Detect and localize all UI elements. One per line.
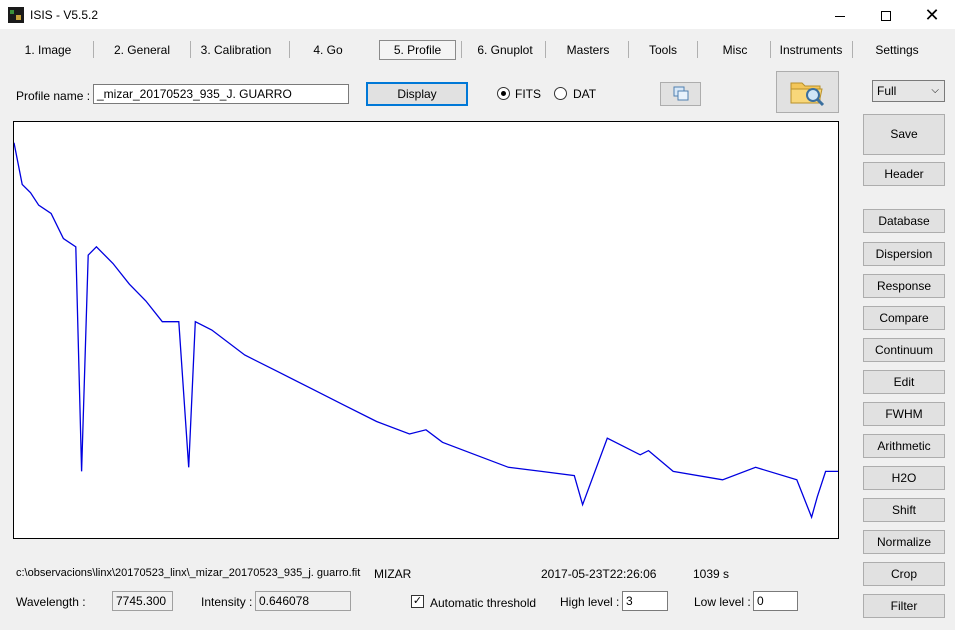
copy-icon (673, 86, 688, 101)
spectrum-plot[interactable] (13, 121, 839, 539)
profile-name-input[interactable]: _mizar_20170523_935_J. GUARRO (93, 84, 349, 104)
tab-calibration[interactable]: 3. Calibration (196, 38, 276, 62)
save-button[interactable]: Save (863, 114, 945, 155)
open-file-button[interactable] (776, 71, 839, 113)
high-level-label: High level : (560, 595, 620, 609)
edit-button[interactable]: Edit (863, 370, 945, 394)
dat-radio[interactable] (554, 87, 567, 100)
header-button[interactable]: Header (863, 162, 945, 186)
tab-general[interactable]: 2. General (104, 38, 180, 62)
maximize-icon[interactable] (863, 0, 909, 30)
zoom-select[interactable]: Full ⌵ (872, 80, 945, 102)
dat-label: DAT (573, 87, 597, 101)
tab-separator (628, 41, 629, 58)
intensity-label: Intensity : (201, 595, 253, 609)
zoom-select-value: Full (877, 84, 897, 98)
tab-separator (770, 41, 771, 58)
radio-selected-dot (501, 91, 506, 96)
intensity-field: 0.646078 (255, 591, 351, 611)
tab-separator (852, 41, 853, 58)
tab-bar: 1. Image 2. General 3. Calibration 4. Go… (0, 38, 860, 62)
h2o-button[interactable]: H2O (863, 466, 945, 490)
fits-radio[interactable] (497, 87, 510, 100)
object-name: MIZAR (374, 567, 412, 581)
minimize-icon[interactable] (817, 0, 863, 30)
tab-settings[interactable]: Settings (870, 38, 924, 62)
fwhm-button[interactable]: FWHM (863, 402, 945, 426)
filter-button[interactable]: Filter (863, 594, 945, 618)
compare-button[interactable]: Compare (863, 306, 945, 330)
chevron-down-icon: ⌵ (931, 85, 939, 96)
title-bar: ISIS - V5.5.2 ✕ (0, 0, 955, 30)
tab-instruments[interactable]: Instruments (778, 38, 844, 62)
normalize-button[interactable]: Normalize (863, 530, 945, 554)
profile-name-label: Profile name : (16, 89, 91, 103)
tab-go[interactable]: 4. Go (300, 38, 356, 62)
high-level-input[interactable]: 3 (622, 591, 668, 611)
crop-button[interactable]: Crop (863, 562, 945, 586)
arithmetic-button[interactable]: Arithmetic (863, 434, 945, 458)
auto-threshold-checkbox[interactable]: ✓ (411, 595, 424, 608)
tab-masters[interactable]: Masters (558, 38, 618, 62)
wavelength-label: Wavelength : (16, 595, 86, 609)
window-title: ISIS - V5.5.2 (30, 8, 99, 22)
auto-threshold-label: Automatic threshold (430, 596, 537, 610)
observation-date: 2017-05-23T22:26:06 (541, 567, 657, 581)
spectrum-line (13, 142, 838, 520)
tab-image[interactable]: 1. Image (12, 38, 84, 62)
database-button[interactable]: Database (863, 209, 945, 233)
dispersion-button[interactable]: Dispersion (863, 242, 945, 266)
response-button[interactable]: Response (863, 274, 945, 298)
folder-search-icon (790, 82, 824, 107)
tab-separator (545, 41, 546, 58)
spectrum-chart (13, 142, 838, 520)
continuum-button[interactable]: Continuum (863, 338, 945, 362)
tab-separator (461, 41, 462, 58)
close-icon[interactable]: ✕ (909, 0, 955, 30)
tab-profile[interactable]: 5. Profile (379, 40, 456, 60)
tab-separator (93, 41, 94, 58)
low-level-label: Low level : (694, 595, 751, 609)
tab-separator (289, 41, 290, 58)
exposure-time: 1039 s (693, 567, 730, 581)
tab-tools[interactable]: Tools (638, 38, 688, 62)
copy-button[interactable] (660, 82, 701, 106)
low-level-input[interactable]: 0 (753, 591, 798, 611)
tab-separator (697, 41, 698, 58)
tab-separator (190, 41, 191, 58)
display-button[interactable]: Display (366, 82, 468, 106)
fits-label: FITS (515, 87, 541, 101)
wavelength-field: 7745.300 (112, 591, 173, 611)
tab-misc[interactable]: Misc (710, 38, 760, 62)
file-path: c:\observacions\linx\20170523_linx\_miza… (16, 567, 361, 579)
shift-button[interactable]: Shift (863, 498, 945, 522)
isis-app-icon (8, 7, 24, 23)
tab-gnuplot[interactable]: 6. Gnuplot (470, 38, 540, 62)
